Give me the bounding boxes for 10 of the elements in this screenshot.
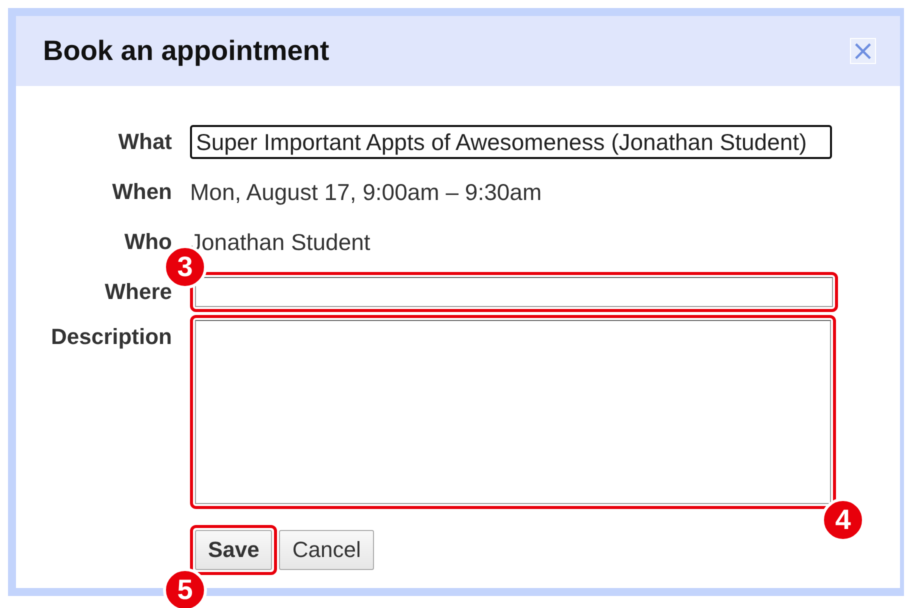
cancel-button[interactable]: Cancel (279, 530, 374, 570)
save-button[interactable]: Save (195, 530, 272, 570)
field-label: When (111, 179, 172, 205)
field-label: What (117, 129, 172, 155)
callout-badge: 4 (821, 498, 865, 542)
field-value: Mon, August 17, 9:00am – 9:30am (190, 178, 543, 206)
dialog-title: Book an appointment (43, 35, 330, 67)
callout-badge: 5 (163, 568, 207, 608)
field-label: Description (50, 323, 172, 350)
input-field[interactable]: Super Important Appts of Awesomeness (Jonathan Student) (190, 125, 832, 159)
